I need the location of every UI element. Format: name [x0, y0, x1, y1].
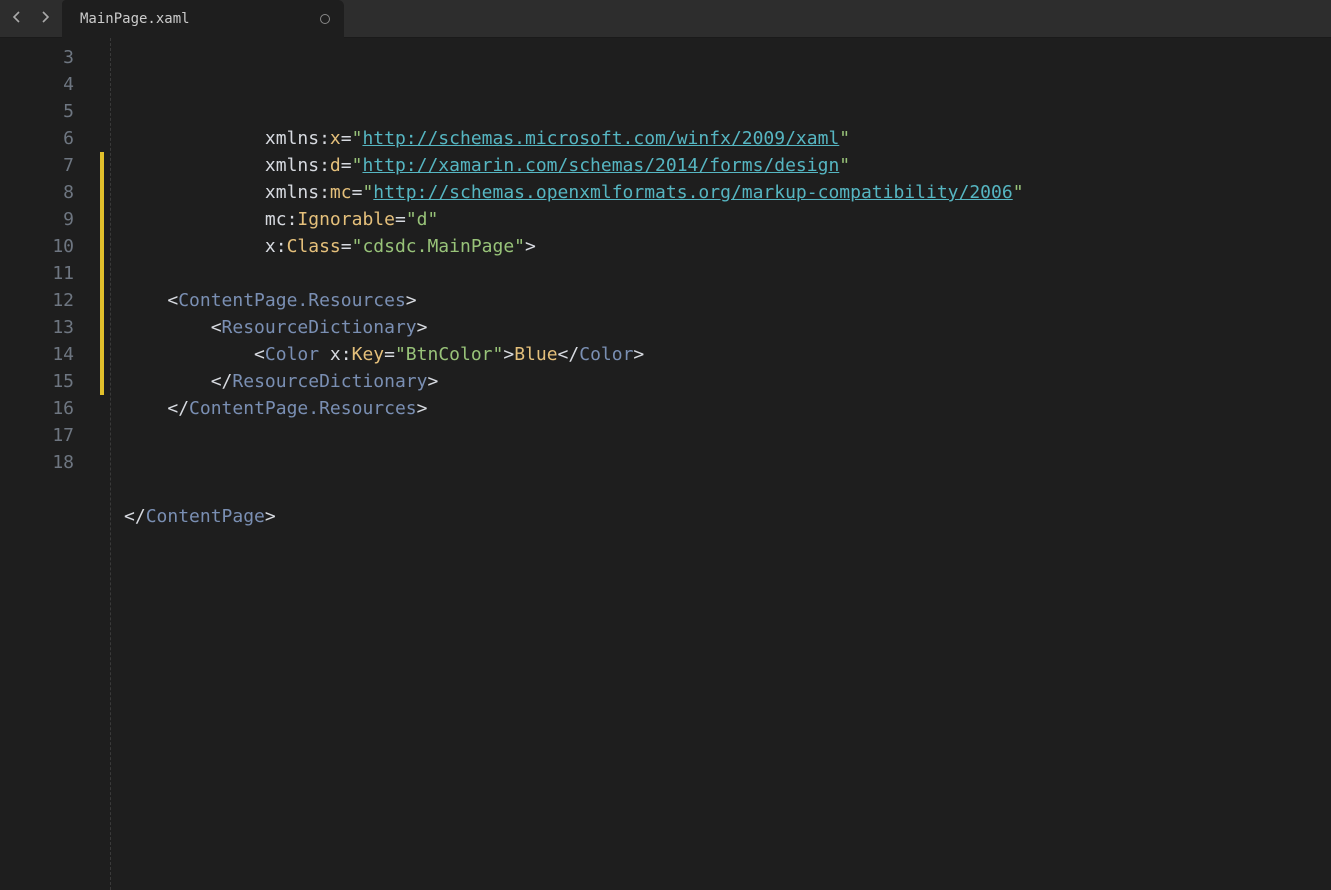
line-number: 18: [0, 449, 74, 476]
line-number: 10: [0, 233, 74, 260]
line-number: 5: [0, 98, 74, 125]
line-number: 17: [0, 422, 74, 449]
code-line[interactable]: [124, 260, 1319, 287]
tab-title: MainPage.xaml: [80, 11, 190, 27]
code-line[interactable]: [124, 449, 1319, 476]
code-line[interactable]: </ResourceDictionary>: [124, 368, 1319, 395]
code-line[interactable]: [124, 530, 1319, 557]
line-number: 7: [0, 152, 74, 179]
line-number: 8: [0, 179, 74, 206]
code-editor[interactable]: xmlns:x="http://schemas.microsoft.com/wi…: [104, 38, 1319, 890]
line-number: 11: [0, 260, 74, 287]
line-number: 12: [0, 287, 74, 314]
code-line[interactable]: <Color x:Key="BtnColor">Blue</Color>: [124, 341, 1319, 368]
line-number: 15: [0, 368, 74, 395]
line-number: 14: [0, 341, 74, 368]
line-number: 3: [0, 44, 74, 71]
line-number: 13: [0, 314, 74, 341]
line-number: 6: [0, 125, 74, 152]
minimap[interactable]: [1319, 38, 1331, 890]
tab-bar: MainPage.xaml: [0, 0, 1331, 38]
code-line[interactable]: [124, 422, 1319, 449]
code-line[interactable]: <ResourceDictionary>: [124, 314, 1319, 341]
editor-tab[interactable]: MainPage.xaml: [62, 0, 344, 38]
editor-container: 3456789101112131415161718 xmlns:x="http:…: [0, 38, 1331, 890]
code-line[interactable]: </ContentPage>: [124, 503, 1319, 530]
line-number: 9: [0, 206, 74, 233]
nav-buttons: [0, 5, 62, 32]
line-number: 16: [0, 395, 74, 422]
code-line[interactable]: xmlns:d="http://xamarin.com/schemas/2014…: [124, 152, 1319, 179]
nav-forward-button[interactable]: [36, 5, 54, 32]
code-line[interactable]: <ContentPage.Resources>: [124, 287, 1319, 314]
code-line[interactable]: </ContentPage.Resources>: [124, 395, 1319, 422]
code-line[interactable]: xmlns:mc="http://schemas.openxmlformats.…: [124, 179, 1319, 206]
code-line[interactable]: x:Class="cdsdc.MainPage">: [124, 233, 1319, 260]
code-line[interactable]: xmlns:x="http://schemas.microsoft.com/wi…: [124, 125, 1319, 152]
code-line[interactable]: [124, 476, 1319, 503]
tab-modified-icon[interactable]: [320, 14, 330, 24]
indent-guide: [110, 38, 111, 890]
line-number: 4: [0, 71, 74, 98]
nav-back-button[interactable]: [8, 5, 26, 32]
code-line[interactable]: mc:Ignorable="d": [124, 206, 1319, 233]
line-number-gutter: 3456789101112131415161718: [0, 38, 100, 890]
